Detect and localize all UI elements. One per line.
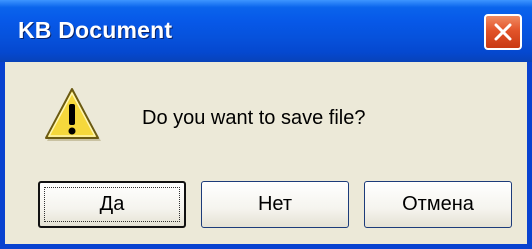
cancel-button-label: Отмена	[402, 193, 474, 215]
close-icon	[494, 23, 512, 41]
cancel-button[interactable]: Отмена	[364, 181, 512, 228]
dialog-window: KB Document Do you want to save file? Да…	[0, 0, 532, 249]
focus-rectangle	[44, 187, 180, 222]
no-button[interactable]: Нет	[201, 181, 349, 228]
dialog-message: Do you want to save file?	[142, 107, 366, 129]
close-button[interactable]	[484, 14, 522, 50]
warning-icon	[45, 88, 101, 141]
title-bar[interactable]: KB Document	[0, 0, 532, 62]
yes-button[interactable]: Да	[38, 181, 186, 228]
no-button-label: Нет	[257, 193, 293, 215]
window-title: KB Document	[18, 17, 173, 43]
